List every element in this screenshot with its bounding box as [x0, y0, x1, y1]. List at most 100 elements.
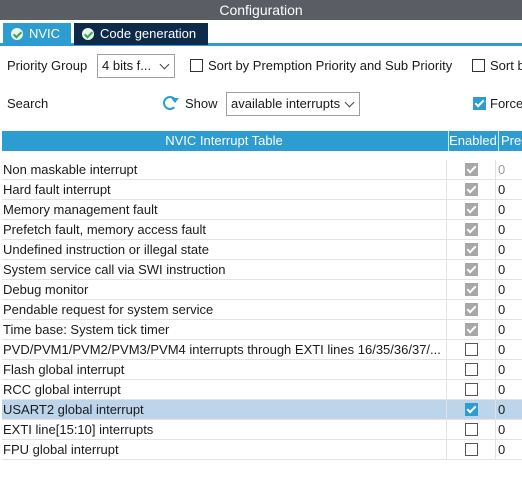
enabled-checkbox — [465, 303, 478, 316]
enabled-checkbox[interactable] — [465, 343, 478, 356]
refresh-icon[interactable] — [163, 96, 179, 110]
show-filter-value: available interrupts — [231, 96, 341, 111]
tab-code-generation[interactable]: Code generation — [74, 23, 208, 45]
interrupt-name: Debug monitor — [3, 282, 89, 297]
table-row[interactable]: EXTI line[15:10] interrupts 0 — [2, 420, 522, 440]
preemption-priority[interactable]: 0 — [498, 400, 522, 419]
sort-premption-label: Sort by Premption Priority and Sub Prior… — [208, 58, 453, 73]
tab-code-generation-label: Code generation — [100, 26, 197, 41]
interrupt-name: RCC global interrupt — [3, 382, 121, 397]
table-row[interactable]: Undefined instruction or illegal state 0 — [2, 240, 522, 260]
window-title: Configuration — [0, 0, 522, 20]
column-header-preemption[interactable]: Pree — [498, 131, 522, 151]
table-row[interactable]: RCC global interrupt 0 — [2, 380, 522, 400]
enabled-cell — [446, 160, 496, 179]
table-row[interactable]: Non maskable interrupt 0 — [2, 160, 522, 180]
table-row[interactable]: Time base: System tick timer 0 — [2, 320, 522, 340]
preemption-priority[interactable]: 0 — [498, 360, 522, 379]
interrupt-name: Memory management fault — [3, 202, 158, 217]
priority-group-value: 4 bits f... — [102, 58, 152, 73]
interrupt-name: System service call via SWI instruction — [3, 262, 226, 277]
interrupt-name: USART2 global interrupt — [3, 402, 144, 417]
interrupt-name: Non maskable interrupt — [3, 162, 138, 177]
enabled-checkbox[interactable] — [465, 363, 478, 376]
enabled-cell — [446, 180, 496, 199]
enabled-checkbox[interactable] — [465, 403, 478, 416]
sort-b-label: Sort b — [490, 58, 522, 73]
preemption-priority[interactable]: 0 — [498, 420, 522, 439]
enabled-cell — [446, 360, 496, 379]
enabled-checkbox[interactable] — [465, 443, 478, 456]
enabled-cell — [446, 400, 496, 419]
enabled-checkbox — [465, 263, 478, 276]
interrupt-name: Hard fault interrupt — [3, 182, 111, 197]
table-row[interactable]: FPU global interrupt 0 — [2, 440, 522, 460]
interrupt-name: PVD/PVM1/PVM2/PVM3/PVM4 interrupts throu… — [3, 342, 441, 357]
preemption-priority[interactable]: 0 — [498, 180, 522, 199]
interrupt-name: Pendable request for system service — [3, 302, 214, 317]
preemption-priority[interactable]: 0 — [498, 200, 522, 219]
force-checkbox[interactable] — [473, 97, 486, 110]
enabled-checkbox — [465, 283, 478, 296]
preemption-priority[interactable]: 0 — [498, 260, 522, 279]
sort-premption-checkbox[interactable] — [190, 59, 203, 72]
tab-nvic[interactable]: NVIC — [3, 23, 71, 45]
enabled-checkbox — [465, 203, 478, 216]
nvic-table-body: Non maskable interrupt 0 Hard fault interr… — [2, 160, 522, 460]
enabled-checkbox — [465, 183, 478, 196]
interrupt-name: Undefined instruction or illegal state — [3, 242, 209, 257]
sort-b-checkbox[interactable] — [472, 59, 485, 72]
check-circle-icon — [82, 28, 94, 40]
enabled-checkbox — [465, 223, 478, 236]
interrupt-name: Flash global interrupt — [3, 362, 125, 377]
enabled-cell — [446, 340, 496, 359]
preemption-priority[interactable]: 0 — [498, 220, 522, 239]
enabled-cell — [446, 420, 496, 439]
table-row[interactable]: Debug monitor 0 — [2, 280, 522, 300]
enabled-cell — [446, 260, 496, 279]
enabled-checkbox[interactable] — [465, 423, 478, 436]
enabled-checkbox — [465, 163, 478, 176]
preemption-priority[interactable]: 0 — [498, 280, 522, 299]
preemption-priority[interactable]: 0 — [498, 160, 522, 179]
interrupt-name: EXTI line[15:10] interrupts — [3, 422, 154, 437]
table-row[interactable]: System service call via SWI instruction 0 — [2, 260, 522, 280]
enabled-cell — [446, 240, 496, 259]
enabled-cell — [446, 380, 496, 399]
preemption-priority[interactable]: 0 — [498, 440, 522, 459]
force-label: Force — [490, 96, 522, 111]
table-row[interactable]: PVD/PVM1/PVM2/PVM3/PVM4 interrupts throu… — [2, 340, 522, 360]
table-row[interactable]: Flash global interrupt 0 — [2, 360, 522, 380]
enabled-cell — [446, 320, 496, 339]
enabled-checkbox[interactable] — [465, 383, 478, 396]
preemption-priority[interactable]: 0 — [498, 380, 522, 399]
column-header-name[interactable]: NVIC Interrupt Table — [2, 131, 446, 151]
priority-group-select[interactable]: 4 bits f... — [97, 54, 175, 78]
table-row[interactable]: Memory management fault 0 — [2, 200, 522, 220]
show-label: Show — [185, 96, 218, 111]
enabled-cell — [446, 300, 496, 319]
enabled-cell — [446, 280, 496, 299]
preemption-priority[interactable]: 0 — [498, 340, 522, 359]
search-label: Search — [7, 96, 49, 111]
preemption-priority[interactable]: 0 — [498, 240, 522, 259]
table-row[interactable]: Hard fault interrupt 0 — [2, 180, 522, 200]
chevron-down-icon — [159, 59, 170, 70]
priority-group-label: Priority Group — [7, 58, 88, 73]
preemption-priority[interactable]: 0 — [498, 300, 522, 319]
nvic-table-header: NVIC Interrupt Table Enabled Pree — [2, 131, 522, 151]
check-circle-icon — [11, 28, 23, 40]
enabled-checkbox — [465, 243, 478, 256]
preemption-priority[interactable]: 0 — [498, 320, 522, 339]
interrupt-name: Prefetch fault, memory access fault — [3, 222, 207, 237]
interrupt-name: FPU global interrupt — [3, 442, 119, 457]
column-header-enabled[interactable]: Enabled — [448, 131, 497, 151]
enabled-cell — [446, 220, 496, 239]
enabled-cell — [446, 200, 496, 219]
table-row[interactable]: USART2 global interrupt 0 — [2, 400, 522, 420]
show-filter-select[interactable]: available interrupts — [226, 92, 360, 116]
enabled-checkbox — [465, 323, 478, 336]
table-row[interactable]: Pendable request for system service 0 — [2, 300, 522, 320]
tab-nvic-label: NVIC — [29, 26, 61, 41]
table-row[interactable]: Prefetch fault, memory access fault 0 — [2, 220, 522, 240]
